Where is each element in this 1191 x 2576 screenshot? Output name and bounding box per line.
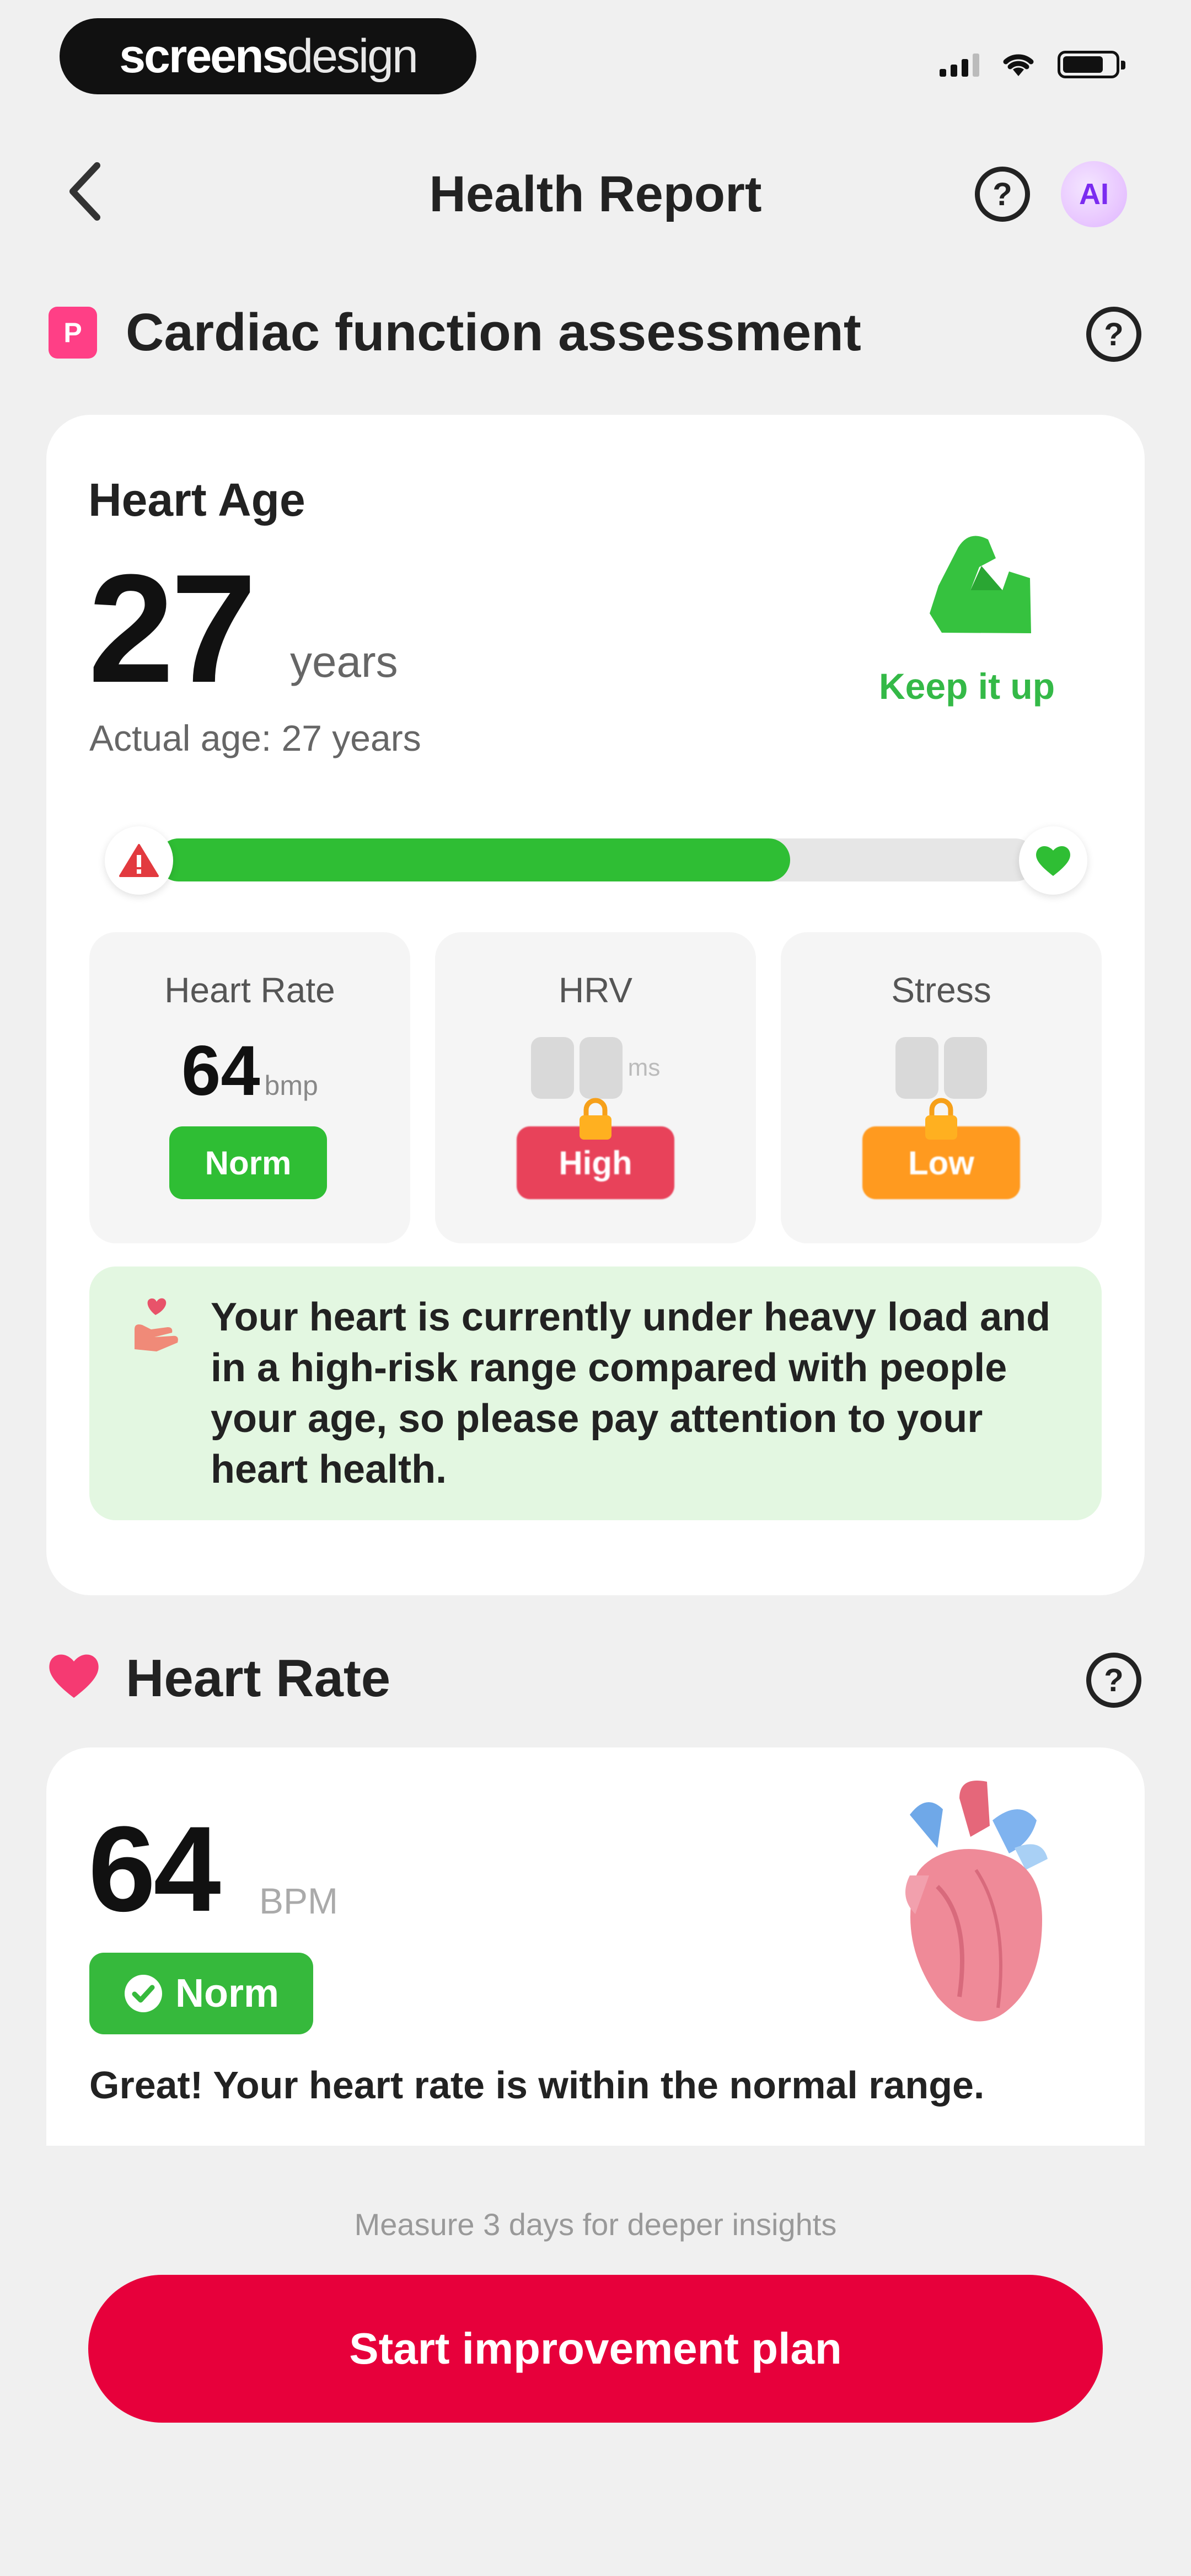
metric-title: HRV: [559, 970, 632, 1010]
ai-label: AI: [1079, 178, 1109, 211]
start-improvement-plan-button[interactable]: Start improvement plan: [88, 2275, 1103, 2423]
progress-fill: [157, 838, 791, 881]
brand-bold-text: screens: [119, 29, 288, 83]
ai-assistant-button[interactable]: AI: [1061, 161, 1127, 227]
question-circle-icon: ?: [993, 176, 1012, 212]
alert-text: Your heart is currently under heavy load…: [211, 1295, 1051, 1492]
status-badge: Norm: [169, 1126, 327, 1199]
heart-rate-description: Great! Your heart rate is within the nor…: [89, 2064, 985, 2107]
warning-triangle-icon: [119, 844, 159, 877]
flexed-arm-icon: [930, 536, 1031, 633]
cardiac-help-button[interactable]: ?: [1086, 307, 1141, 362]
heart-rate-value: 64: [88, 1801, 221, 1937]
lock-icon: [925, 1098, 957, 1140]
heart-rate-section-icon: [49, 1654, 99, 1698]
heart-age-value: 27: [88, 543, 256, 715]
metric-unit: bmp: [264, 1070, 318, 1101]
question-circle-icon: ?: [1104, 1662, 1124, 1698]
brand-watermark: screens design: [60, 18, 476, 94]
help-button[interactable]: ?: [975, 167, 1030, 222]
anatomical-heart-illustration: [905, 1781, 1048, 2022]
metric-heart-rate[interactable]: Heart Rate 64 bmp Norm: [89, 932, 410, 1243]
metric-stress[interactable]: Stress Low: [781, 932, 1102, 1243]
metric-number: 64: [181, 1032, 260, 1110]
check-circle-icon: [124, 1975, 162, 2012]
keep-it-up-label: Keep it up: [879, 666, 1055, 707]
heart-rate-unit: BPM: [259, 1880, 339, 1921]
lock-icon: [580, 1098, 611, 1140]
hand-heart-icon: [135, 1298, 178, 1351]
metric-title: Heart Rate: [164, 970, 335, 1010]
heart-age-label: Heart Age: [88, 474, 305, 526]
actual-age-text: Actual age: 27 years: [89, 718, 421, 758]
warning-badge: [105, 826, 173, 895]
cellular-signal-icon: [940, 52, 979, 77]
section-title-heart-rate: Heart Rate: [126, 1649, 391, 1708]
wifi-icon: [1003, 54, 1034, 76]
measure-hint: Measure 3 days for deeper insights: [354, 2207, 837, 2242]
healthy-heart-badge: [1019, 826, 1087, 895]
status-icons: [940, 51, 1125, 78]
locked-value-placeholder: [781, 1037, 1102, 1099]
heart-icon: [1036, 846, 1070, 876]
metric-hrv[interactable]: HRV ms High: [435, 932, 756, 1243]
battery-icon: [1058, 51, 1125, 78]
metric-unit: ms: [627, 1054, 661, 1081]
metric-title: Stress: [891, 970, 991, 1010]
heart-rate-help-button[interactable]: ?: [1086, 1653, 1141, 1708]
heart-age-progress-bar: [157, 838, 1037, 881]
report-icon: P: [49, 307, 97, 359]
metric-value: 64 bmp: [89, 1030, 410, 1111]
section-title-cardiac: Cardiac function assessment: [126, 303, 861, 362]
status-label: Norm: [175, 1971, 279, 2016]
heart-age-unit: years: [290, 637, 398, 686]
heart-load-alert: Your heart is currently under heavy load…: [89, 1266, 1102, 1520]
heart-rate-status-badge: Norm: [89, 1953, 313, 2034]
question-circle-icon: ?: [1104, 316, 1124, 352]
brand-light-text: design: [287, 29, 418, 83]
locked-value-placeholder: ms: [435, 1037, 756, 1099]
